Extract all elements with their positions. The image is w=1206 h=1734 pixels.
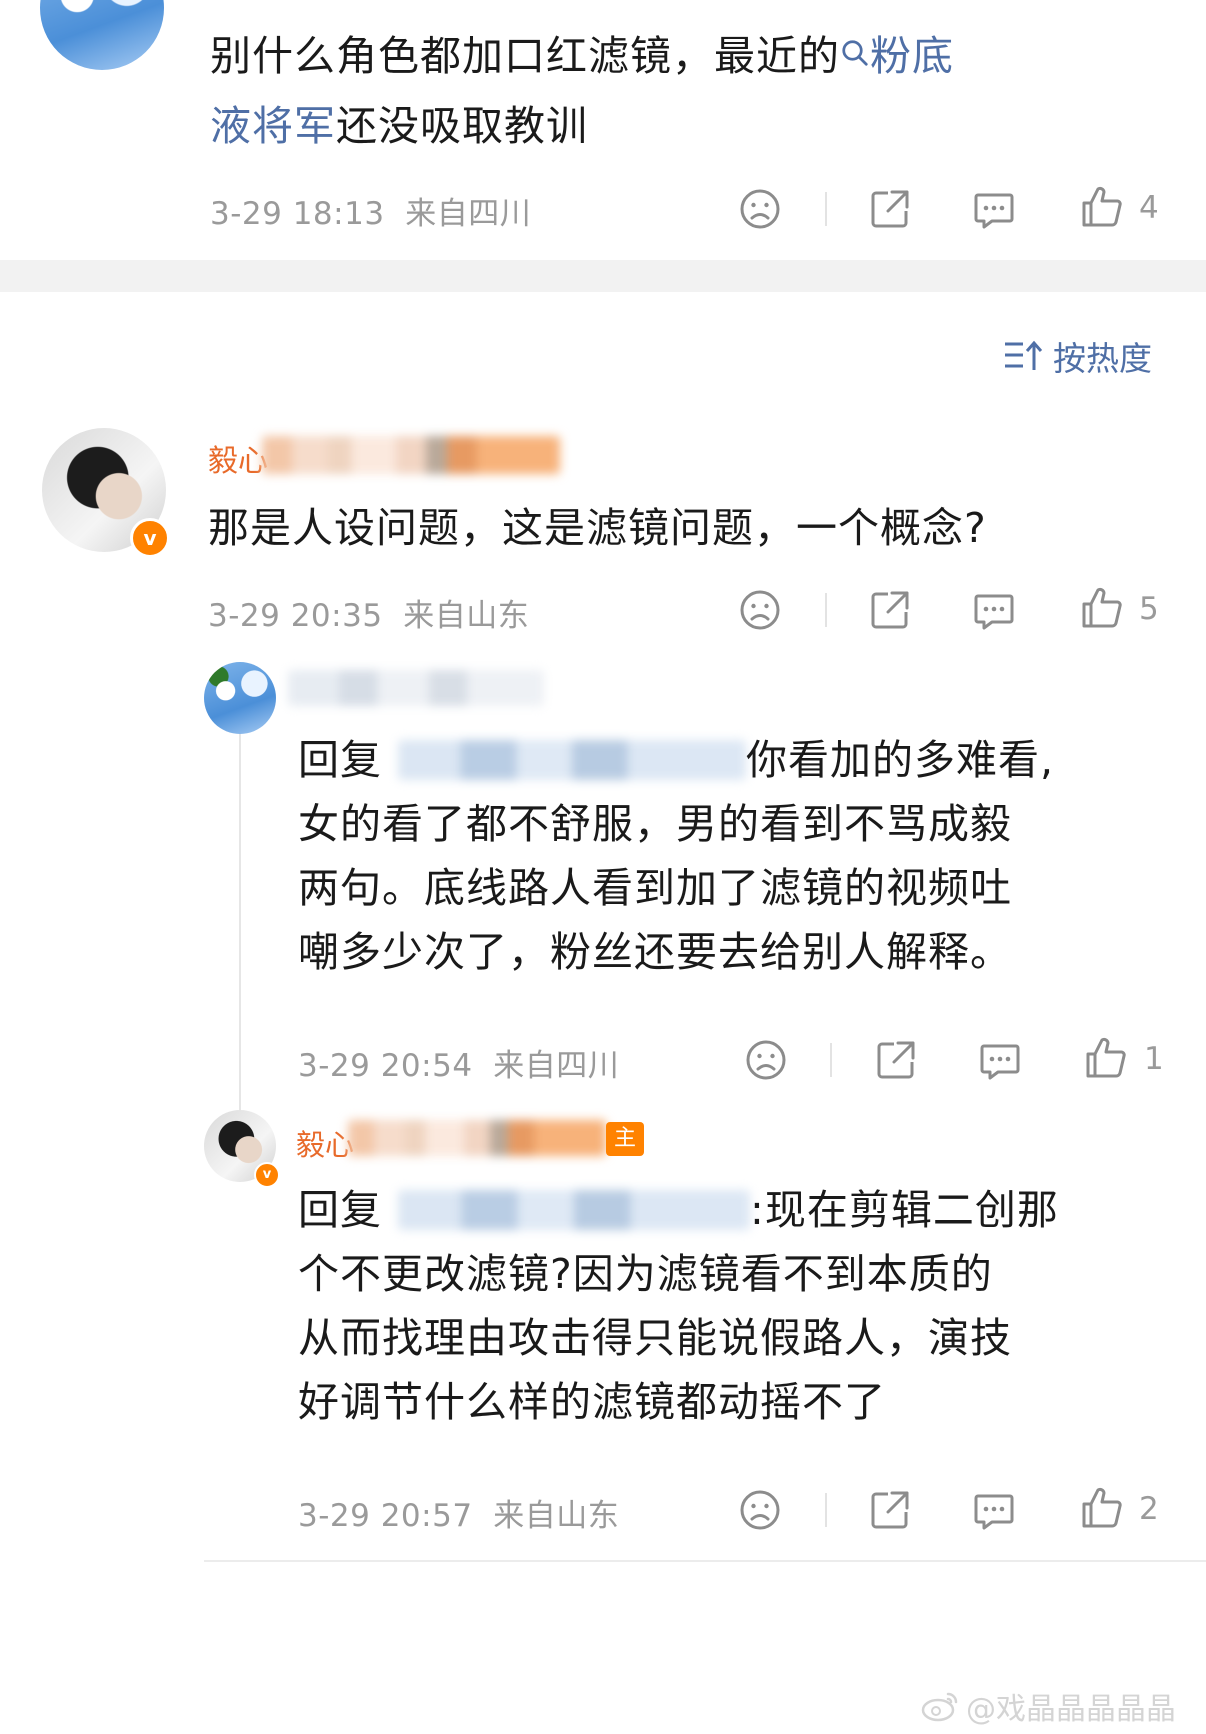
like-icon[interactable] — [1080, 185, 1124, 229]
reply-line: 好调节什么样的滤镜都动摇不了 — [298, 1378, 886, 1426]
verified-badge: v — [254, 1162, 280, 1188]
avatar[interactable] — [40, 0, 164, 70]
thread-end-divider — [204, 1560, 1206, 1562]
reply-line: 两句。底线路人看到加了滤镜的视频吐 — [298, 864, 1012, 912]
username-visible: 毅心 — [296, 1128, 355, 1162]
sort-label: 按热度 — [1053, 339, 1152, 378]
share-icon[interactable] — [868, 588, 912, 632]
comment-time: 3-29 18:13 — [210, 196, 385, 232]
dislike-icon[interactable] — [744, 1038, 788, 1082]
comment-time: 3-29 20:35 — [208, 598, 383, 634]
dislike-icon[interactable] — [738, 1488, 782, 1532]
reply-line: 回复 你看加的多难看, — [298, 728, 1178, 792]
dislike-icon[interactable] — [738, 187, 782, 231]
divider — [825, 192, 827, 226]
reply-line1-end: 你看加的多难看, — [746, 736, 1055, 784]
thread-line — [239, 700, 241, 1110]
reply-prefix: 回复 — [298, 736, 382, 784]
search-icon — [840, 22, 870, 66]
host-badge: 主 — [606, 1122, 645, 1156]
reply-location: 来自四川 — [493, 1048, 620, 1084]
sort-icon — [1003, 338, 1043, 374]
reply-time: 3-29 20:57 — [298, 1498, 473, 1534]
mention-obscured[interactable] — [398, 1190, 750, 1230]
username-obscured — [262, 436, 560, 474]
username-visible: 毅心 — [208, 444, 268, 479]
comment-meta: 3-29 18:13 来自四川 — [210, 188, 531, 233]
comment-text: 别什么角色都加口红滤镜，最近的 粉底 — [210, 22, 1140, 88]
like-count: 1 — [1144, 1041, 1164, 1077]
section-divider — [0, 260, 1206, 292]
divider — [825, 593, 827, 627]
username-obscured — [348, 1120, 606, 1156]
topic-link[interactable]: 粉底 — [840, 32, 954, 80]
comment-meta: 3-29 20:35 来自山东 — [208, 590, 529, 635]
watermark-text: @戏晶晶晶晶晶 — [966, 1692, 1176, 1727]
divider — [825, 1493, 827, 1527]
mention-obscured[interactable] — [398, 740, 746, 780]
reply-line: 个不更改滤镜?因为滤镜看不到本质的 — [298, 1250, 993, 1298]
reply-line: 从而找理由攻击得只能说假路人，演技 — [298, 1314, 1012, 1362]
comment-icon[interactable] — [972, 187, 1016, 231]
username[interactable]: 毅心 — [208, 436, 560, 479]
reply-text: 回复 你看加的多难看, 女的看了都不舒服，男的看到不骂成毅 两句。底线路人看到加… — [298, 728, 1178, 984]
weibo-logo-icon — [920, 1688, 962, 1724]
reply-line1-end: :现在剪辑二创那 — [750, 1186, 1059, 1234]
watermark: @戏晶晶晶晶晶 — [920, 1684, 1176, 1728]
like-count: 4 — [1139, 190, 1159, 226]
divider — [830, 1043, 832, 1077]
share-icon[interactable] — [868, 187, 912, 231]
dislike-icon[interactable] — [738, 588, 782, 632]
reply-meta: 3-29 20:57 来自山东 — [298, 1490, 619, 1535]
reply-meta: 3-29 20:54 来自四川 — [298, 1040, 619, 1085]
comment-location: 来自山东 — [403, 598, 530, 634]
username-obscured[interactable] — [288, 670, 544, 706]
share-icon[interactable] — [874, 1038, 918, 1082]
reply-location: 来自山东 — [493, 1498, 620, 1534]
comment-text: 那是人设问题，这是滤镜问题，一个概念? — [208, 504, 987, 552]
share-icon[interactable] — [868, 1488, 912, 1532]
like-icon[interactable] — [1080, 586, 1124, 630]
comment-location: 来自四川 — [405, 196, 532, 232]
topic-link-continued[interactable]: 液将军 — [210, 102, 336, 150]
like-icon[interactable] — [1084, 1036, 1128, 1080]
username[interactable]: 毅心 主 — [296, 1120, 646, 1162]
reply-prefix: 回复 — [298, 1186, 382, 1234]
like-icon[interactable] — [1080, 1486, 1124, 1530]
reply-line: 女的看了都不舒服，男的看到不骂成毅 — [298, 800, 1012, 848]
like-count: 5 — [1139, 591, 1159, 627]
comment-icon[interactable] — [972, 588, 1016, 632]
sort-button[interactable]: 按热度 — [1003, 336, 1152, 378]
comment-text-line2: 液将军还没吸取教训 — [210, 102, 588, 150]
reply-line: 回复 :现在剪辑二创那 — [298, 1178, 1178, 1242]
reply-text: 回复 :现在剪辑二创那 个不更改滤镜?因为滤镜看不到本质的 从而找理由攻击得只能… — [298, 1178, 1178, 1434]
reply-line: 嘲多少次了，粉丝还要去给别人解释。 — [298, 928, 1012, 976]
avatar[interactable] — [204, 662, 276, 734]
comment-icon[interactable] — [978, 1038, 1022, 1082]
reply-time: 3-29 20:54 — [298, 1048, 473, 1084]
like-count: 2 — [1139, 1491, 1159, 1527]
comment-icon[interactable] — [972, 1488, 1016, 1532]
verified-badge: v — [130, 518, 170, 558]
